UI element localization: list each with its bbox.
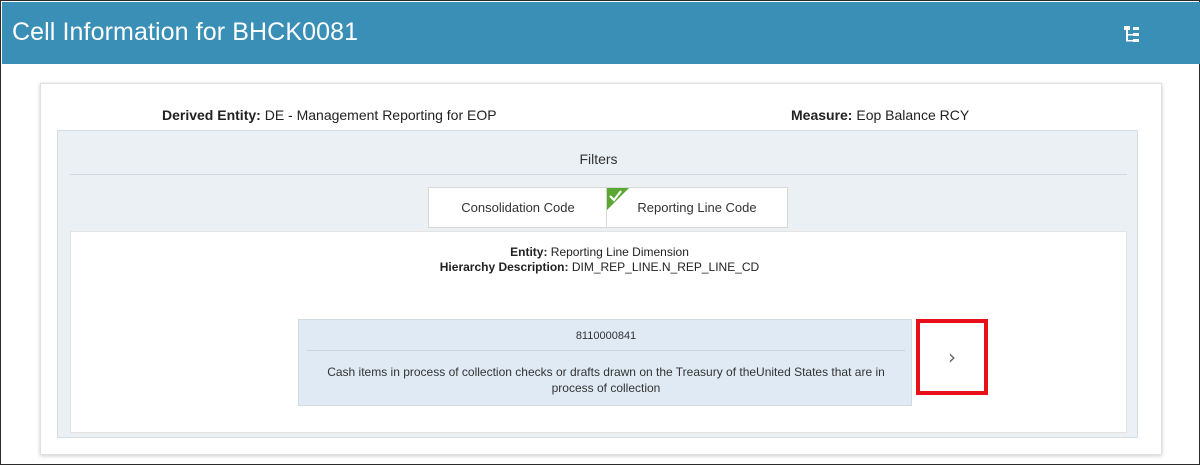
measure-label: Measure: [791, 107, 853, 123]
check-icon [607, 188, 629, 210]
expand-node-button[interactable]: › [916, 319, 988, 395]
node-code: 8110000841 [575, 330, 637, 342]
filters-divider [70, 174, 1127, 175]
chevron-right-icon: › [948, 345, 956, 369]
hierarchy-label: Hierarchy Description: [439, 260, 569, 274]
hierarchy-value: DIM_REP_LINE.N_REP_LINE_CD [568, 260, 760, 274]
derived-entity-value: DE - Management Reporting for EOP [260, 107, 497, 123]
tab-label: Reporting Line Code [637, 200, 757, 215]
node-divider [307, 350, 905, 351]
hierarchy-line: Hierarchy Description: DIM_REP_LINE.N_RE… [71, 260, 1128, 274]
tab-reporting-line-code[interactable]: Reporting Line Code [606, 187, 788, 228]
tab-label: Consolidation Code [461, 200, 575, 215]
entity-line: Entity: Reporting Line Dimension [71, 245, 1128, 259]
window-frame: Cell Information for BHCK0081 Derived En… [0, 0, 1200, 465]
measure-value: Eop Balance RCY [852, 107, 970, 123]
filters-title: Filters [579, 151, 618, 167]
derived-entity-label: Derived Entity: [162, 107, 261, 123]
detail-panel: Entity: Reporting Line Dimension Hierarc… [70, 231, 1127, 433]
hierarchy-tree-icon[interactable] [1122, 24, 1142, 44]
entity-label: Entity: [510, 245, 548, 259]
page-title: Cell Information for BHCK0081 [12, 18, 359, 46]
entity-value: Reporting Line Dimension [547, 245, 689, 259]
hierarchy-node[interactable]: 8110000841 Cash items in process of coll… [298, 319, 912, 406]
tab-consolidation-code[interactable]: Consolidation Code [428, 187, 608, 228]
measure: Measure: Eop Balance RCY [791, 107, 969, 123]
cell-info-card: Derived Entity: DE - Management Reportin… [40, 83, 1162, 455]
node-description: Cash items in process of collection chec… [327, 365, 885, 395]
filters-panel: Filters Consolidation Code Reporting Lin… [57, 130, 1138, 438]
derived-entity: Derived Entity: DE - Management Reportin… [162, 107, 497, 123]
page-header: Cell Information for BHCK0081 [2, 2, 1200, 64]
